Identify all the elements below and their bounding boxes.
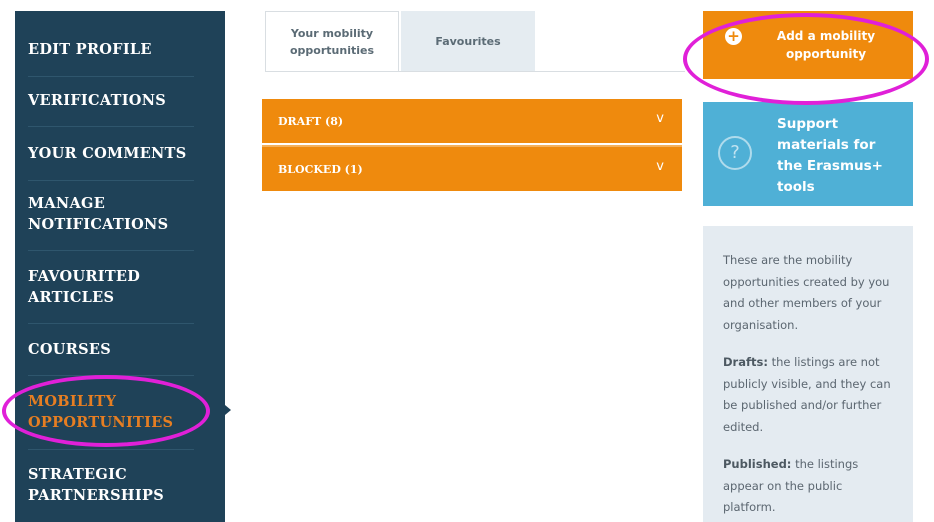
highlight-ring-add-button: [683, 13, 929, 105]
info-drafts-term: Drafts:: [723, 355, 768, 369]
sidebar-divider: [28, 126, 194, 127]
active-item-pointer: [225, 405, 231, 415]
sidebar-divider: [28, 323, 194, 324]
support-materials-link[interactable]: ? Support materials for the Erasmus+ too…: [703, 102, 913, 206]
info-intro: These are the mobility opportunities cre…: [723, 253, 890, 332]
question-circle-icon: ?: [718, 136, 752, 170]
accordion-label: BLOCKED (1): [278, 163, 363, 176]
highlight-ring-sidebar-item: [2, 375, 210, 447]
sidebar-divider: [28, 76, 194, 77]
tab-label: Favourites: [435, 34, 501, 48]
sidebar-divider: [28, 180, 194, 181]
sidebar-item-edit-profile[interactable]: EDIT PROFILE: [28, 39, 198, 60]
sidebar-divider: [28, 250, 194, 251]
sidebar-item-manage-notifications[interactable]: MANAGE NOTIFICATIONS: [28, 193, 198, 235]
tab-favourites[interactable]: Favourites: [401, 11, 535, 71]
accordion-draft[interactable]: DRAFT (8) v: [262, 99, 682, 143]
sidebar-item-courses[interactable]: COURSES: [28, 339, 198, 360]
info-drafts: Drafts: the listings are not publicly vi…: [723, 352, 895, 438]
info-panel: These are the mobility opportunities cre…: [703, 226, 913, 522]
info-published: Published: the listings appear on the pu…: [723, 454, 895, 519]
sidebar-item-verifications[interactable]: VERIFICATIONS: [28, 90, 198, 111]
support-label: Support materials for the Erasmus+ tools: [777, 116, 883, 195]
chevron-down-icon: v: [656, 159, 664, 174]
accordion-label: DRAFT (8): [278, 115, 344, 128]
sidebar-item-your-comments[interactable]: YOUR COMMENTS: [28, 143, 198, 164]
sidebar-divider: [28, 449, 194, 450]
sidebar-item-strategic-partnerships[interactable]: STRATEGIC PARTNERSHIPS: [28, 464, 198, 506]
tabs-underline: [265, 71, 685, 72]
tab-label: Your mobility opportunities: [289, 26, 374, 57]
chevron-down-icon: v: [656, 111, 664, 126]
sidebar-item-favourited-articles[interactable]: FAVOURITED ARTICLES: [28, 266, 198, 308]
info-published-term: Published:: [723, 457, 792, 471]
tab-your-mobility-opportunities[interactable]: Your mobility opportunities: [265, 11, 399, 71]
accordion-blocked[interactable]: BLOCKED (1) v: [262, 147, 682, 191]
